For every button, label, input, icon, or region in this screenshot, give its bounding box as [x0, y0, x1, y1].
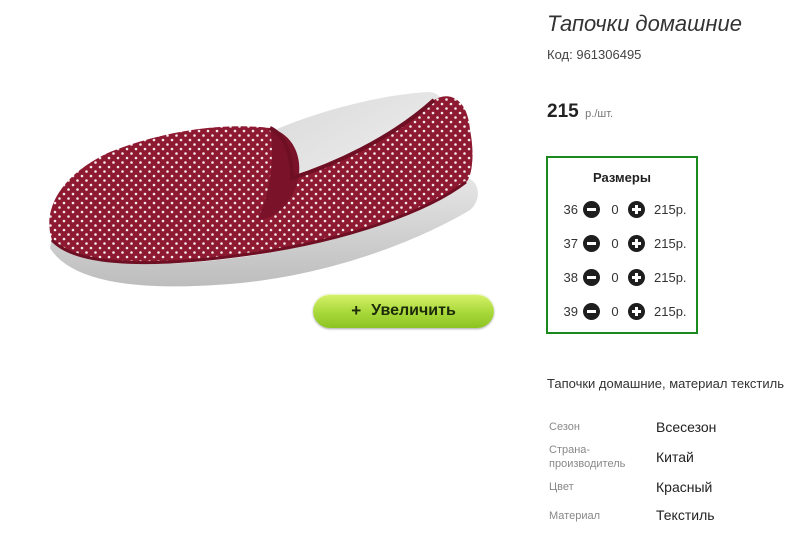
- plus-icon[interactable]: [628, 303, 645, 320]
- size-value: 36: [563, 202, 578, 217]
- attribute-label: Цвет: [549, 481, 574, 493]
- size-row: 37 0 215р.: [548, 235, 698, 253]
- size-value: 37: [563, 236, 578, 251]
- size-row: 36 0 215р.: [548, 201, 698, 219]
- sizes-panel: Размеры 36 0 215р. 37 0 215р. 38 0 215р.…: [546, 156, 698, 334]
- plus-icon[interactable]: [628, 235, 645, 252]
- minus-icon[interactable]: [583, 269, 600, 286]
- plus-icon[interactable]: [628, 201, 645, 218]
- product-image[interactable]: [30, 70, 500, 320]
- zoom-button[interactable]: + Увеличить: [313, 294, 494, 328]
- minus-icon[interactable]: [583, 201, 600, 218]
- attribute-value: Текстиль: [656, 507, 715, 523]
- size-price: 215р.: [654, 270, 687, 285]
- price-value: 215: [547, 101, 579, 122]
- size-price: 215р.: [654, 202, 687, 217]
- minus-icon[interactable]: [583, 235, 600, 252]
- product-price: 215 р./шт.: [547, 101, 613, 123]
- attribute-value: Красный: [656, 479, 713, 495]
- code-value: 961306495: [576, 47, 642, 62]
- attribute-value: Всесезон: [656, 419, 717, 435]
- size-quantity: 0: [611, 304, 619, 319]
- size-price: 215р.: [654, 236, 687, 251]
- size-row: 39 0 215р.: [548, 303, 698, 321]
- size-value: 39: [563, 304, 578, 319]
- plus-icon[interactable]: [628, 269, 645, 286]
- code-label: Код:: [547, 47, 573, 62]
- size-price: 215р.: [654, 304, 687, 319]
- zoom-label: Увеличить: [371, 302, 456, 319]
- sizes-title: Размеры: [593, 170, 651, 185]
- plus-icon: +: [351, 301, 362, 320]
- slipper-image: [49, 92, 478, 287]
- minus-icon[interactable]: [583, 303, 600, 320]
- size-row: 38 0 215р.: [548, 269, 698, 287]
- attribute-label: Страна-производитель: [549, 444, 626, 470]
- product-title: Тапочки домашние: [547, 11, 742, 36]
- size-value: 38: [563, 270, 578, 285]
- attribute-value: Китай: [656, 449, 694, 465]
- size-quantity: 0: [611, 202, 619, 217]
- attribute-label: Материал: [549, 510, 600, 522]
- product-code: Код: 961306495: [547, 47, 641, 62]
- size-quantity: 0: [611, 236, 619, 251]
- product-description: Тапочки домашние, материал текстиль: [547, 376, 784, 391]
- price-unit: р./шт.: [585, 108, 614, 120]
- attribute-label: Сезон: [549, 421, 580, 433]
- size-quantity: 0: [611, 270, 619, 285]
